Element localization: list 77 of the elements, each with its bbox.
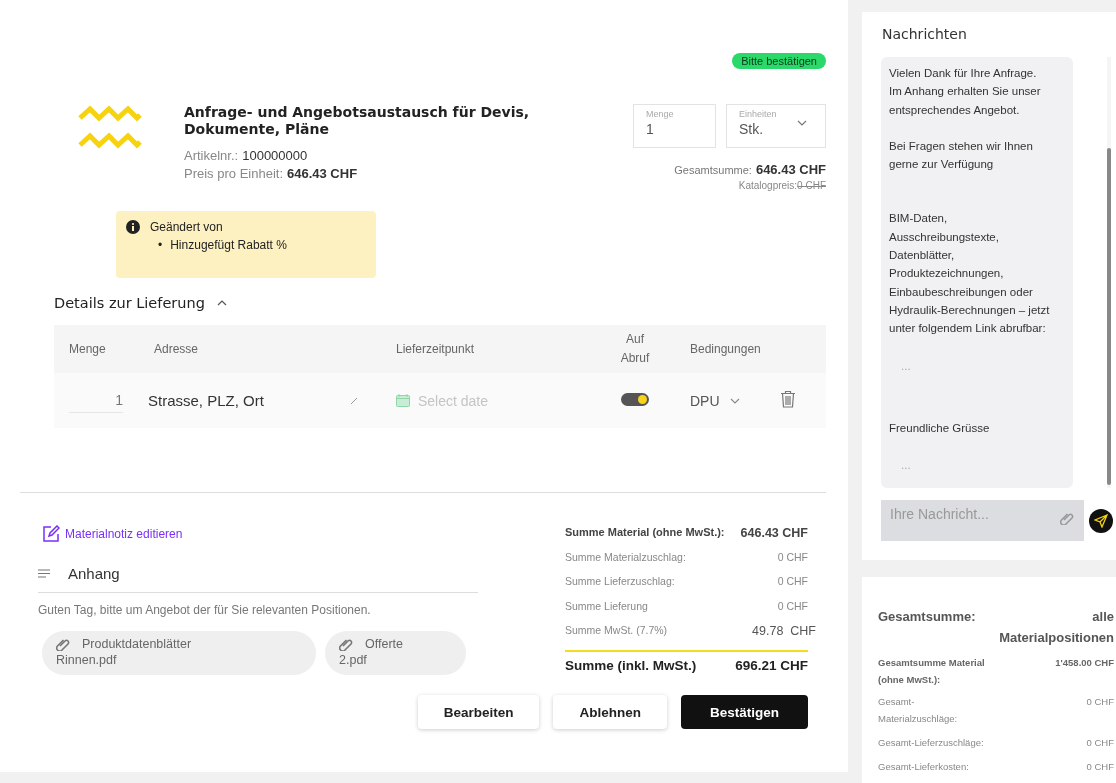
calendar-icon <box>396 394 410 407</box>
summary-label: Summe Lieferung <box>565 599 648 614</box>
catalog-price-value: 0 CHF <box>797 180 826 191</box>
edit-note-link[interactable]: Materialnotiz editieren <box>42 525 183 543</box>
totals-row-label: Gesamt-Materialzuschläge: <box>878 695 959 726</box>
totals-row-label: Gesamt-Lieferkosten: <box>878 760 970 774</box>
confirm-button[interactable]: Bestätigen <box>680 695 808 729</box>
column-header: Auf Abruf <box>619 331 651 367</box>
address-field[interactable]: Strasse, PLZ, Ort <box>148 392 264 409</box>
note-item: Hinzugefügt Rabatt % <box>170 238 287 252</box>
panel-title: Nachrichten <box>882 26 968 42</box>
totals-scope: alle Materialpositionen <box>998 608 1114 647</box>
total-label: Gesamtsumme: <box>674 164 752 176</box>
catalog-price-label: Katalogpreis: <box>738 180 798 191</box>
message-text: Freundliche Grüsse <box>889 420 991 436</box>
totals-label: Gesamtsumme: <box>878 609 976 626</box>
attachment-message: Guten Tag, bitte um Angebot der für Sie relevanten Positionen. <box>38 603 372 617</box>
summary-value: 0 CHF <box>777 575 808 589</box>
note-title: Geändert von <box>150 220 224 234</box>
message-text: Vielen Dank für Ihre Anfrage. Im Anhang erhalten Sie unser entsprechendes Angebot. <box>889 66 1042 118</box>
total-value: 646.43 CHF <box>755 162 826 177</box>
summary-total-label: Summe (inkl. MwSt.) <box>565 657 697 673</box>
summary-label: Summe Material (ohne MwSt.): <box>565 526 725 540</box>
ellipsis-text: ... <box>900 458 912 474</box>
column-header: Adresse <box>154 342 199 356</box>
field-label: Artikelnr.: <box>184 148 239 163</box>
product-title: Anfrage- und Angebotsaustausch für Devis, Dokumente, Pläne <box>184 104 531 138</box>
bullet: • <box>158 238 163 252</box>
summary-value: 49.78 CHF <box>752 624 816 640</box>
summary-label: Summe MwSt. (7.7%) <box>565 624 668 638</box>
section-title: Details zur Lieferung <box>54 295 205 311</box>
logo-icon <box>78 105 142 149</box>
summary-label: Summe Lieferzuschlag: <box>565 575 675 589</box>
edit-icon <box>42 525 60 543</box>
chevron-down-icon <box>729 397 740 404</box>
totals-row-value: 1'458.00 CHF <box>1055 656 1114 670</box>
paperclip-icon <box>339 637 353 651</box>
status-badge: Bitte bestätigen <box>732 53 826 69</box>
scrollbar[interactable] <box>1107 148 1111 485</box>
attachment-chip[interactable]: Produktdatenblätter Rinnen.pdf <box>42 631 316 675</box>
column-header: Menge <box>69 342 106 356</box>
field-label: Preis pro Einheit: <box>184 166 283 181</box>
unit-select[interactable]: Einheiten Stk. <box>726 104 826 148</box>
totals-row-value: 0 CHF <box>1086 695 1114 709</box>
message-text: Bei Fragen stehen wir Ihnen gerne zur Verfügung <box>889 138 1034 173</box>
menu-lines-icon <box>38 569 50 578</box>
info-icon <box>126 220 140 234</box>
totals-row-value: 0 CHF <box>1086 736 1114 750</box>
column-header: Lieferzeitpunkt <box>396 342 475 356</box>
unit-price: 646.43 CHF <box>287 166 358 181</box>
message-input[interactable]: Ihre Nachricht... <box>881 500 1084 541</box>
quantity-field[interactable]: Menge 1 <box>633 104 716 148</box>
trash-icon[interactable] <box>780 390 796 408</box>
chevron-down-icon <box>797 120 807 126</box>
terms-select[interactable]: DPU <box>690 392 720 409</box>
paperclip-icon <box>56 637 70 651</box>
summary-total-value: 696.21 CHF <box>735 657 808 673</box>
totals-row-label: Gesamtsumme Material (ohne MwSt.): <box>878 656 986 687</box>
totals-row-label: Gesamt-Lieferzuschläge: <box>878 736 985 750</box>
action-button[interactable]: Ablehnen <box>553 695 667 729</box>
ellipsis-text: ... <box>900 358 912 374</box>
summary-value: 646.43 CHF <box>740 526 808 542</box>
attachment-chip[interactable]: Offerte 2.pdf <box>325 631 466 675</box>
message-text: BIM-Daten, Ausschreibungstexte, Datenblätter, Produktezeichnungen, Einbaubeschreibungen oder Hydraulik-Berechnungen – jetzt unter folgendem Link abrufbar: <box>889 211 1051 337</box>
column-header: Bedingungen <box>690 342 761 356</box>
summary-value: 0 CHF <box>777 599 808 614</box>
article-number: 100000000 <box>242 148 308 163</box>
send-button[interactable] <box>1089 508 1113 533</box>
action-button[interactable]: Bearbeiten <box>417 695 540 729</box>
section-title: Anhang <box>68 565 120 582</box>
totals-row-value: 0 CHF <box>1086 760 1114 774</box>
summary-label: Summe Materialzuschlag: <box>565 550 686 565</box>
toggle-switch[interactable] <box>621 392 649 406</box>
summary-value: 0 CHF <box>777 550 808 565</box>
chevron-up-icon[interactable] <box>216 300 227 306</box>
paperclip-icon[interactable] <box>1060 511 1074 525</box>
paper-plane-icon <box>1094 513 1108 528</box>
